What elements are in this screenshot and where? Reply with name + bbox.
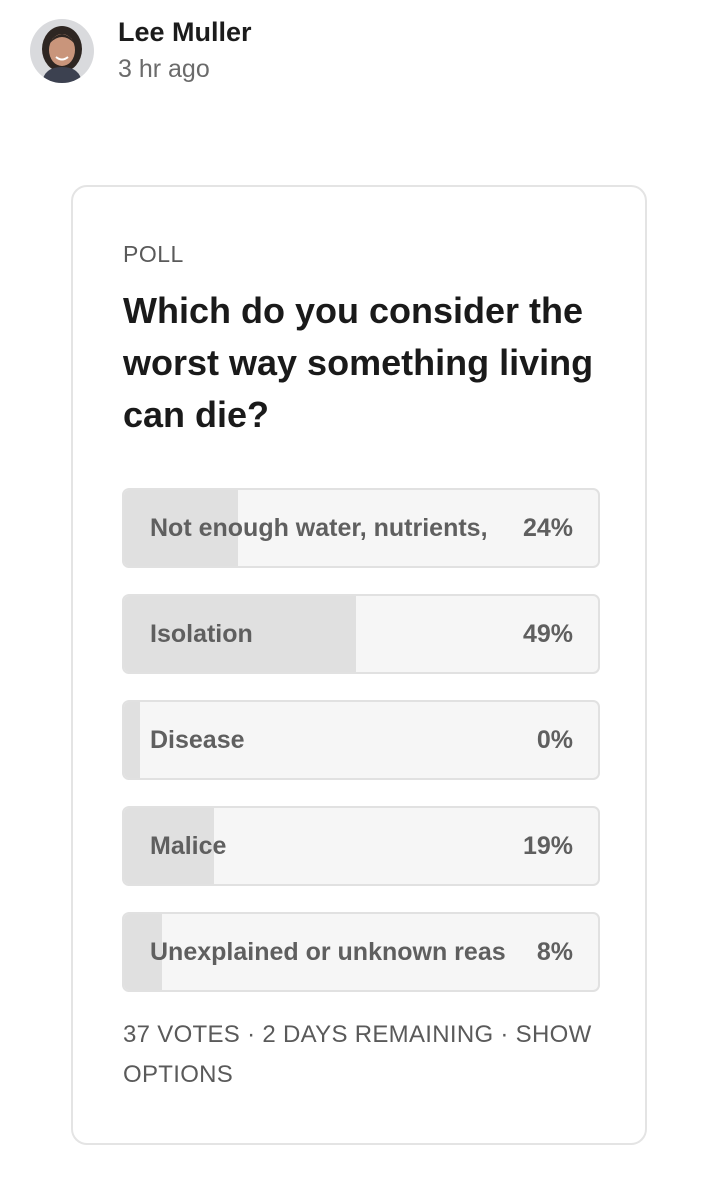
poll-card: POLL Which do you consider the worst way… (71, 185, 647, 1145)
post-header: Lee Muller 3 hr ago (30, 16, 252, 86)
author-block: Lee Muller 3 hr ago (118, 16, 252, 86)
poll-option-percent: 24% (522, 514, 573, 542)
poll-option[interactable]: Isolation 49% (122, 594, 600, 674)
poll-footer: 37 VOTES · 2 DAYS REMAINING · SHOW OPTIO… (123, 1015, 613, 1095)
poll-option-label: Unexplained or unknown reas (150, 938, 506, 966)
poll-option-percent: 49% (522, 620, 573, 648)
post-timestamp: 3 hr ago (118, 55, 210, 83)
poll-question: Which do you consider the worst way some… (123, 290, 594, 435)
poll-option[interactable]: Not enough water, nutrients, 24% (122, 488, 600, 568)
avatar-image (30, 19, 94, 83)
poll-option-percent: 8% (536, 938, 573, 966)
poll-option-label: Not enough water, nutrients, (150, 514, 488, 542)
vote-count: 37 VOTES (123, 1021, 241, 1048)
time-remaining: 2 DAYS REMAINING (262, 1021, 494, 1048)
poll-option-label: Isolation (150, 620, 253, 648)
poll-option-label: Malice (150, 832, 227, 860)
poll-option[interactable]: Unexplained or unknown reas 8% (122, 912, 600, 992)
poll-label: POLL (123, 241, 184, 267)
poll-option-percent: 0% (536, 726, 573, 754)
avatar[interactable] (30, 19, 94, 83)
footer-separator: · (240, 1021, 263, 1048)
poll-option-percent: 19% (522, 832, 573, 860)
author-name[interactable]: Lee Muller (118, 16, 252, 48)
footer-separator: · (493, 1021, 516, 1048)
poll-option-bar (124, 702, 140, 778)
poll-option[interactable]: Malice 19% (122, 806, 600, 886)
poll-options: Not enough water, nutrients, 24% Isolati… (122, 488, 600, 1018)
poll-option-label: Disease (150, 726, 245, 754)
poll-option[interactable]: Disease 0% (122, 700, 600, 780)
